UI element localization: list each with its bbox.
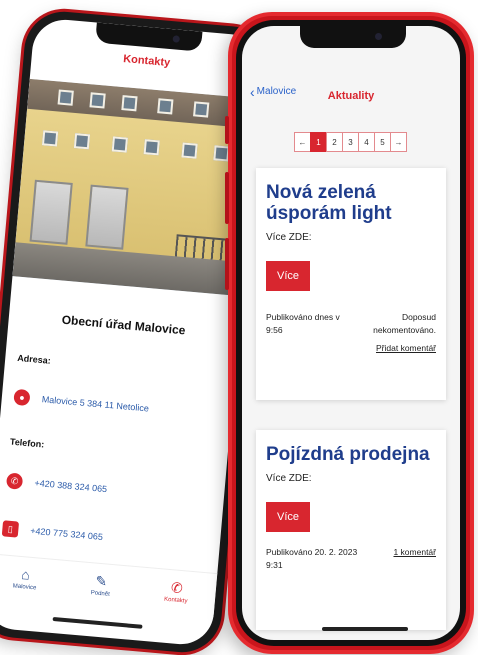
address-value: Malovice 5 384 11 Netolice xyxy=(41,394,150,414)
news-title[interactable]: Pojízdná prodejna xyxy=(266,444,436,465)
mobile-icon: ▯ xyxy=(1,520,20,538)
tab-kontakty[interactable]: ✆ Kontakty xyxy=(163,579,189,605)
pagination-page-1[interactable]: 1 xyxy=(310,132,327,152)
photo-window xyxy=(157,98,174,115)
tab-bar: ⌂ Malovice ✎ Podnět ✆ Kontakty xyxy=(0,553,218,617)
news-screen: ‹ Malovice Aktuality ← 1 2 3 4 5 → Nová … xyxy=(242,26,460,640)
comments-link[interactable]: 1 komentář xyxy=(393,546,436,572)
tab-label: Malovice xyxy=(12,583,37,592)
tab-podnet[interactable]: ✎ Podnět xyxy=(90,573,111,598)
home-icon: ⌂ xyxy=(20,566,31,583)
news-card: Nová zelená úsporám light Více ZDE: Více… xyxy=(256,168,446,400)
news-subtitle: Více ZDE: xyxy=(266,473,312,484)
contacts-screen: Kontakty Obecní úřad Malovice Adresa: ● … xyxy=(0,17,265,647)
published-date: Publikováno 20. 2. 2023 9:31 xyxy=(266,547,358,570)
page-title: Aktuality xyxy=(327,90,375,102)
news-title[interactable]: Nová zelená úsporám light xyxy=(266,182,436,224)
pagination-prev[interactable]: ← xyxy=(294,132,311,152)
news-meta: Publikováno 20. 2. 2023 9:31 1 komentář xyxy=(266,546,436,572)
comments-block: Doposud nekomentováno. Přidat komentář xyxy=(347,311,436,355)
camera-icon xyxy=(172,35,181,43)
address-label: Adresa: xyxy=(16,352,52,366)
camera-icon xyxy=(375,33,382,40)
comments-count: Doposud nekomentováno. xyxy=(373,312,436,335)
pagination-page-3[interactable]: 3 xyxy=(342,132,359,152)
nav-bar: ‹ Malovice Aktuality xyxy=(242,84,460,104)
pagination-page-5[interactable]: 5 xyxy=(374,132,391,152)
tab-malovice[interactable]: ⌂ Malovice xyxy=(12,566,38,591)
photo-garage-door xyxy=(85,184,129,250)
photo-window xyxy=(143,139,160,156)
home-indicator xyxy=(322,627,408,631)
photo-window xyxy=(111,136,128,153)
photo-window xyxy=(121,95,138,112)
photo-window xyxy=(181,142,198,159)
pagination-page-4[interactable]: 4 xyxy=(358,132,375,152)
photo-garage-door xyxy=(29,179,73,245)
published-date: Publikováno dnes v 9:56 xyxy=(266,312,340,335)
tab-label: Podnět xyxy=(90,590,110,598)
phone-row[interactable]: ✆ +420 388 324 065 xyxy=(5,472,215,506)
more-button[interactable]: Více xyxy=(266,261,311,291)
photo-window xyxy=(73,133,91,150)
mobile-value: +420 775 324 065 xyxy=(29,525,104,543)
news-subtitle: Více ZDE: xyxy=(266,232,312,243)
home-indicator xyxy=(52,616,143,629)
side-button xyxy=(225,172,229,224)
news-card: Pojízdná prodejna Více ZDE: Více Publiko… xyxy=(256,430,446,630)
address-row[interactable]: ● Malovice 5 384 11 Netolice xyxy=(13,388,222,423)
news-meta: Publikováno dnes v 9:56 Doposud nekoment… xyxy=(266,311,436,355)
phone-icon: ✆ xyxy=(170,579,184,597)
side-button xyxy=(225,238,229,290)
mobile-row[interactable]: ▯ +420 775 324 065 xyxy=(1,520,211,554)
phone-label: Telefon: xyxy=(9,436,45,450)
photo-window xyxy=(193,101,210,118)
phone-notch xyxy=(95,22,203,52)
side-button xyxy=(225,116,229,144)
tab-label: Kontakty xyxy=(163,596,188,605)
photo-window xyxy=(89,92,106,109)
more-button[interactable]: Více xyxy=(266,502,311,532)
pagination-next[interactable]: → xyxy=(390,132,407,152)
edit-icon: ✎ xyxy=(94,572,108,590)
office-name: Obecní úřad Malovice xyxy=(61,312,186,338)
add-comment-link[interactable]: Přidat komentář xyxy=(347,342,436,355)
phone-value: +420 388 324 065 xyxy=(34,477,108,495)
pagination-page-2[interactable]: 2 xyxy=(326,132,343,152)
photo-window xyxy=(57,89,74,106)
phone-notch xyxy=(300,26,406,48)
photo-window xyxy=(41,130,59,147)
location-pin-icon: ● xyxy=(13,388,31,407)
phone-icon: ✆ xyxy=(5,472,24,490)
pagination: ← 1 2 3 4 5 → xyxy=(294,132,407,152)
office-building-photo xyxy=(12,78,259,297)
phone-front-news: ‹ Malovice Aktuality ← 1 2 3 4 5 → Nová … xyxy=(225,12,474,654)
